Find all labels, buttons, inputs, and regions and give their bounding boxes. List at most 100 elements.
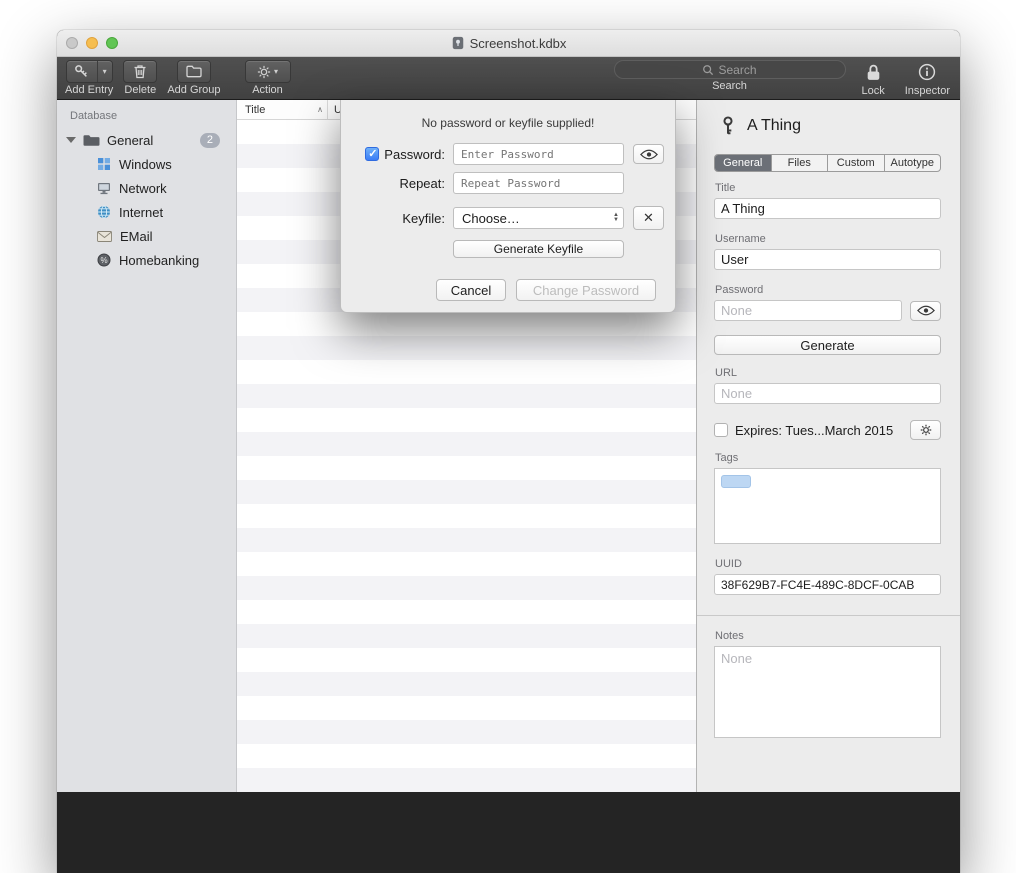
- expires-row: Expires: Tues...March 2015: [714, 420, 941, 440]
- generate-button[interactable]: Generate: [714, 335, 941, 355]
- username-field[interactable]: [714, 249, 941, 270]
- sidebar-item-windows[interactable]: Windows: [57, 152, 236, 176]
- sidebar-item-email[interactable]: EMail: [57, 224, 236, 248]
- sidebar-item-label: Windows: [119, 157, 172, 172]
- expires-label: Expires: Tues...March 2015: [735, 423, 903, 438]
- add-entry-button[interactable]: ▾: [66, 60, 113, 83]
- sidebar-item-label: EMail: [120, 229, 153, 244]
- search-input[interactable]: Search: [614, 60, 846, 79]
- tab-general[interactable]: General: [715, 155, 772, 171]
- action-button[interactable]: ▾: [245, 60, 291, 83]
- network-icon: [97, 182, 111, 195]
- eye-icon: [917, 305, 935, 316]
- change-password-dialog: No password or keyfile supplied! Passwor…: [340, 100, 676, 313]
- url-label: URL: [715, 367, 941, 379]
- clear-keyfile-button[interactable]: ✕: [633, 206, 664, 230]
- tab-autotype[interactable]: Autotype: [885, 155, 941, 171]
- close-icon: ✕: [643, 210, 654, 226]
- expires-checkbox[interactable]: [714, 423, 728, 437]
- globe-icon: [97, 205, 111, 219]
- search-label: Search: [712, 80, 747, 92]
- repeat-input[interactable]: [453, 172, 624, 194]
- toolbar-right: Search Search Lock: [614, 60, 951, 97]
- keyfile-popup[interactable]: Choose… ▲ ▼: [453, 207, 624, 229]
- window-bottom: [57, 792, 960, 873]
- add-entry-dropdown[interactable]: ▾: [97, 61, 112, 82]
- dialog-message: No password or keyfile supplied!: [341, 116, 675, 130]
- password-row: Password:: [341, 143, 675, 165]
- entry-title: A Thing: [747, 117, 801, 135]
- search-icon: [702, 64, 714, 76]
- notes-field[interactable]: [714, 646, 941, 738]
- disclosure-triangle-icon[interactable]: [66, 137, 76, 143]
- coin-icon: %: [97, 253, 111, 267]
- folder-plus-icon: [186, 65, 202, 78]
- sidebar-item-homebanking[interactable]: % Homebanking: [57, 248, 236, 272]
- add-entry-item: ▾ Add Entry: [65, 60, 113, 96]
- tab-custom[interactable]: Custom: [828, 155, 885, 171]
- add-entry-label: Add Entry: [65, 84, 113, 96]
- reveal-password-button[interactable]: [633, 144, 664, 164]
- search-placeholder: Search: [718, 63, 756, 77]
- close-button[interactable]: [66, 37, 78, 49]
- lock-label: Lock: [862, 85, 885, 97]
- change-password-button[interactable]: Change Password: [516, 279, 656, 301]
- dialog-buttons: Cancel Change Password: [341, 279, 675, 301]
- url-field[interactable]: [714, 383, 941, 404]
- sidebar-item-network[interactable]: Network: [57, 176, 236, 200]
- sort-ascending-icon: ∧: [317, 105, 323, 114]
- delete-button[interactable]: [123, 60, 157, 83]
- keyfile-label-wrap: Keyfile:: [341, 211, 447, 226]
- keyfile-label: Keyfile:: [402, 211, 445, 226]
- lock-button[interactable]: [865, 60, 882, 84]
- password-checkbox[interactable]: [365, 147, 379, 161]
- toolbar: ▾ Add Entry Delete Add Group: [57, 57, 960, 100]
- inspector-button[interactable]: [918, 60, 936, 84]
- sidebar-item-general[interactable]: General 2: [57, 128, 236, 152]
- expires-options-button[interactable]: [910, 420, 941, 440]
- tag-chip[interactable]: [721, 475, 751, 488]
- minimize-button[interactable]: [86, 37, 98, 49]
- sidebar-item-label: Internet: [119, 205, 163, 220]
- add-group-button[interactable]: [177, 60, 211, 83]
- eye-icon: [640, 149, 658, 160]
- reveal-password-button[interactable]: [910, 301, 941, 321]
- sidebar: Database General 2 Windows: [57, 100, 237, 792]
- sidebar-item-internet[interactable]: Internet: [57, 200, 236, 224]
- screen: Screenshot.kdbx ▾ Add Entry: [0, 0, 1016, 873]
- tags-box[interactable]: [714, 468, 941, 544]
- window-title-text: Screenshot.kdbx: [470, 36, 567, 51]
- search-item: Search Search: [614, 60, 846, 92]
- gear-icon: [920, 424, 932, 436]
- window-controls: [66, 30, 118, 56]
- delete-item: Delete: [123, 60, 157, 96]
- cancel-button[interactable]: Cancel: [436, 279, 506, 301]
- divider: [697, 615, 960, 616]
- delete-label: Delete: [124, 84, 156, 96]
- zoom-button[interactable]: [106, 37, 118, 49]
- column-title-label: Title: [245, 104, 265, 116]
- chevron-down-icon: ▾: [274, 67, 278, 76]
- tab-files[interactable]: Files: [772, 155, 829, 171]
- title-field[interactable]: [714, 198, 941, 219]
- inspector-item: Inspector: [905, 60, 950, 97]
- uuid-field[interactable]: [714, 574, 941, 595]
- inspector-label: Inspector: [905, 85, 950, 97]
- repeat-label-wrap: Repeat:: [341, 176, 447, 191]
- title-label: Title: [715, 182, 941, 194]
- username-label: Username: [715, 233, 941, 245]
- action-label: Action: [252, 84, 283, 96]
- password-input[interactable]: [453, 143, 624, 165]
- info-icon: [918, 63, 936, 81]
- generate-keyfile-button[interactable]: Generate Keyfile: [453, 240, 624, 258]
- keyfile-value: Choose…: [462, 211, 520, 226]
- key-icon: [67, 61, 97, 82]
- chevron-down-icon: ▾: [103, 67, 107, 76]
- password-field[interactable]: [714, 300, 902, 321]
- column-header-title[interactable]: Title ∧: [237, 100, 328, 119]
- count-badge: 2: [200, 133, 220, 148]
- sidebar-item-label: Network: [119, 181, 167, 196]
- action-item: ▾ Action: [245, 60, 291, 96]
- repeat-row: Repeat:: [341, 172, 675, 194]
- svg-text:%: %: [100, 256, 107, 265]
